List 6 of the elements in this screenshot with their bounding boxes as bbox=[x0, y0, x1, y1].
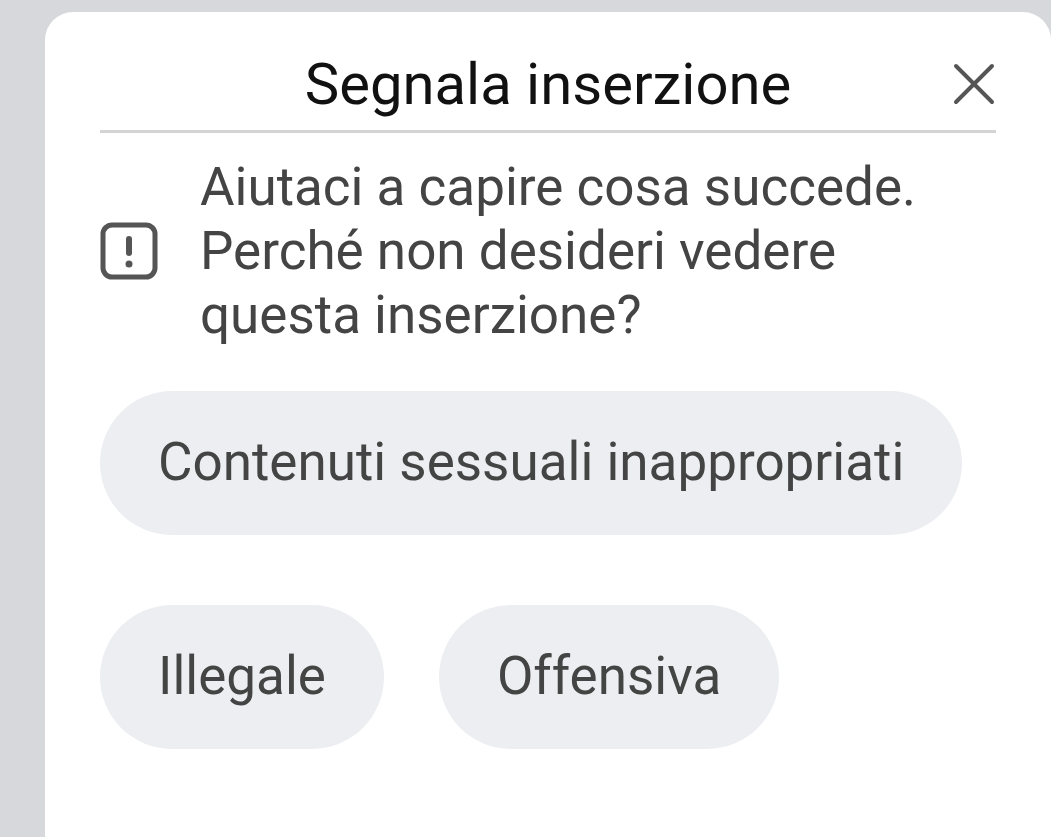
alert-icon bbox=[100, 222, 158, 280]
dialog-message: Aiutaci a capire cosa succede. Perché non desideri vedere questa inserzione? bbox=[200, 155, 917, 347]
close-icon bbox=[952, 62, 996, 106]
option-chip[interactable]: Contenuti sessuali inappropriati bbox=[100, 391, 963, 535]
option-chip[interactable]: Offensiva bbox=[438, 605, 780, 749]
option-chip[interactable]: Illegale bbox=[100, 605, 384, 749]
